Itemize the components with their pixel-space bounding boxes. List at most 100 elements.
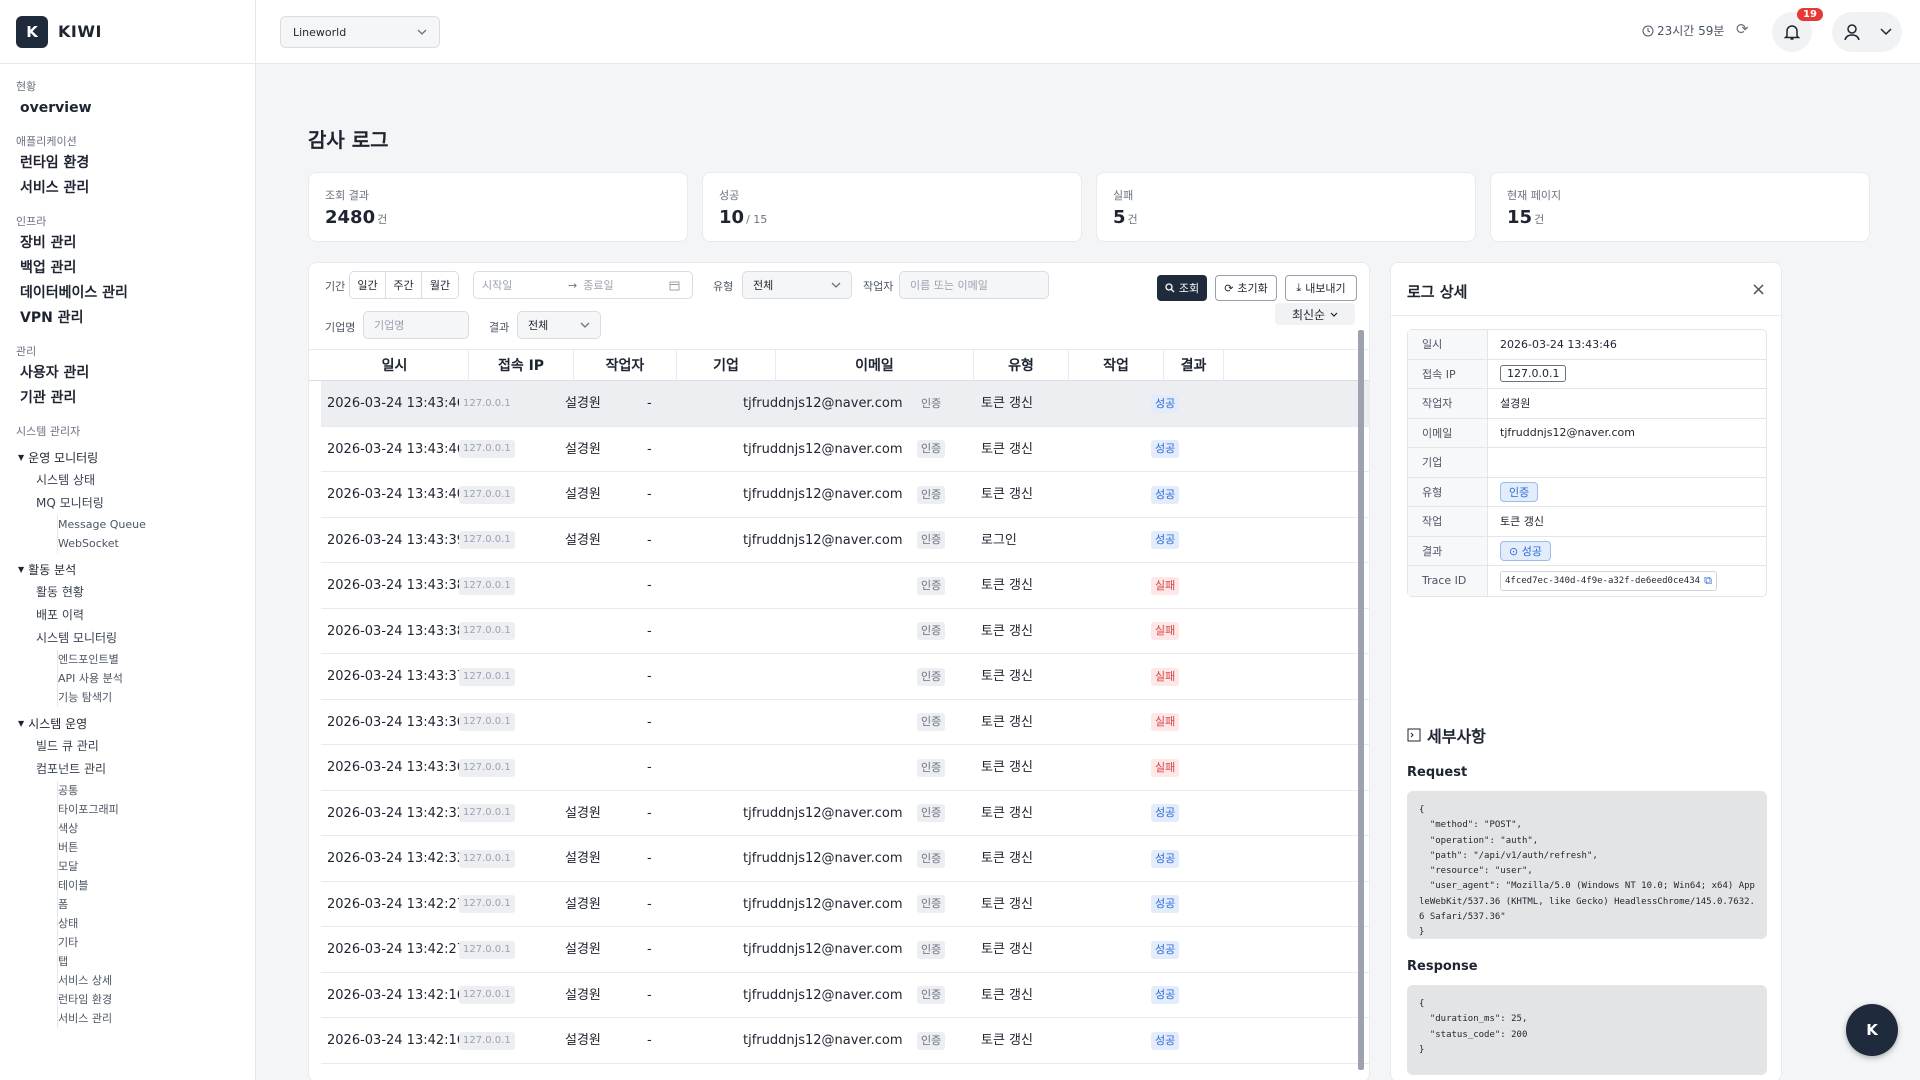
company-input[interactable]: 기업명	[363, 311, 469, 339]
sidebar-item[interactable]: 기관 관리	[0, 386, 255, 411]
sidebar-subsubitem[interactable]: 공통	[57, 781, 255, 800]
sidebar-item[interactable]: 데이터베이스 관리	[0, 281, 255, 306]
sidebar-item[interactable]: 서비스 관리	[0, 176, 255, 201]
sidebar-subitem[interactable]: 활동 현황	[0, 581, 255, 604]
ip-tag: 127.0.0.1	[459, 667, 515, 686]
period-option[interactable]: 월간	[422, 272, 458, 298]
sidebar-subitem[interactable]: 시스템 모니터링	[0, 627, 255, 650]
column-header[interactable]: 유형	[974, 350, 1069, 382]
email-cell: tjfruddnjs12@naver.com	[743, 487, 903, 502]
email-cell: tjfruddnjs12@naver.com	[743, 987, 903, 1003]
table-row[interactable]: 2026-03-24 13:43:38 127.0.0.1 - 인증 토큰 갱신 실패	[321, 563, 1369, 609]
sidebar-subsubitem[interactable]: 서비스 상세	[57, 971, 255, 990]
sidebar-subsubitem[interactable]: 런타임 환경	[57, 990, 255, 1009]
table-row[interactable]: 2026-03-24 13:42:27 127.0.0.1 설경원 - tjfruddn…	[321, 882, 1369, 927]
sidebar-subsubitem[interactable]: WebSocket	[57, 534, 255, 553]
column-header[interactable]: 일시	[321, 350, 469, 382]
column-header[interactable]: 기업	[677, 350, 776, 382]
copy-icon[interactable]: ⧉	[1704, 574, 1712, 588]
date-range-input[interactable]: 시작일 → 종료일	[473, 271, 693, 299]
type-select[interactable]: 전체	[742, 271, 852, 299]
sidebar-subitem[interactable]: 시스템 상태	[0, 469, 255, 492]
type-tag: 인증	[917, 485, 946, 504]
sidebar-item[interactable]: VPN 관리	[0, 306, 255, 331]
table-row[interactable]: 2026-03-24 13:43:36 127.0.0.1 - 인증 토큰 갱신 실패	[321, 700, 1369, 745]
sidebar-subsubitem[interactable]: 탭	[57, 952, 255, 971]
table-row[interactable]: 2026-03-24 13:42:16 127.0.0.1 설경원 - tjfruddn…	[321, 1018, 1369, 1064]
table-row[interactable]: 2026-03-24 13:42:27 127.0.0.1 설경원 - tjfruddn…	[321, 927, 1369, 973]
start-date-field[interactable]: 시작일	[482, 277, 562, 293]
column-header[interactable]: 작업	[1069, 350, 1164, 382]
actor-input[interactable]: 이름 또는 이메일	[899, 271, 1049, 299]
sidebar-group-label: 시스템 운영	[28, 717, 88, 731]
column-header[interactable]: 결과	[1164, 350, 1224, 382]
sidebar-item[interactable]: 장비 관리	[0, 231, 255, 256]
table-row[interactable]: 2026-03-24 13:42:32 127.0.0.1 설경원 - tjfruddn…	[321, 836, 1369, 882]
sidebar-group[interactable]: ▼ 운영 모니터링	[0, 447, 255, 469]
sidebar-subsubitem[interactable]: API 사용 분석	[57, 669, 255, 688]
refresh-icon[interactable]: ⟳	[1736, 20, 1749, 38]
export-button[interactable]: ⤓ 내보내기	[1285, 275, 1357, 301]
sidebar-subsubitem[interactable]: 엔드포인트별	[57, 650, 255, 669]
close-icon[interactable]: ×	[1751, 279, 1766, 300]
card-unit: 건	[377, 213, 388, 226]
sidebar-subsubitem[interactable]: Message Queue	[57, 515, 255, 534]
sidebar-subsubitem-label: Message Queue	[58, 518, 146, 531]
column-header[interactable]: 접속 IP	[469, 350, 574, 382]
sidebar-subsubitem[interactable]: 테이블	[57, 876, 255, 895]
table-row[interactable]: 2026-03-24 13:43:37 127.0.0.1 - 인증 토큰 갱신 실패	[321, 654, 1369, 700]
table-row[interactable]: 2026-03-24 13:43:40 127.0.0.1 설경원 - tjfruddn…	[321, 472, 1369, 518]
notification-badge: 19	[1797, 8, 1823, 21]
sidebar-subitem[interactable]: MQ 모니터링	[0, 492, 255, 515]
card-value: 5	[1113, 207, 1126, 228]
table-row[interactable]: 2026-03-24 13:43:46 127.0.0.1 설경원 - tjfruddn…	[321, 381, 1369, 427]
result-cell: 성공	[1151, 1018, 1180, 1063]
sidebar-subsubitem[interactable]: 타이포그래피	[57, 800, 255, 819]
result-select[interactable]: 전체	[517, 311, 601, 339]
ip-cell: 127.0.0.1	[459, 518, 515, 563]
sidebar-item[interactable]: 백업 관리	[0, 256, 255, 281]
table-row[interactable]: 2026-03-24 13:42:32 127.0.0.1 설경원 - tjfruddn…	[321, 791, 1369, 836]
brand[interactable]: K KIWI	[0, 0, 255, 64]
sidebar-subsubitem[interactable]: 폼	[57, 895, 255, 914]
sidebar-subitem[interactable]: 빌드 큐 관리	[0, 735, 255, 758]
sidebar-subsubitem[interactable]: 기타	[57, 933, 255, 952]
sidebar-subsubitem[interactable]: 기능 탐색기	[57, 688, 255, 707]
sidebar-item[interactable]: overview	[0, 96, 255, 121]
assistant-fab[interactable]: K	[1846, 1004, 1898, 1056]
sidebar-subitem[interactable]: 컴포넌트 관리	[0, 758, 255, 781]
sidebar-subsubitem[interactable]: 상태	[57, 914, 255, 933]
period-option[interactable]: 주간	[386, 272, 422, 298]
table-row[interactable]: 2026-03-24 13:43:46 127.0.0.1 설경원 - tjfruddn…	[321, 427, 1369, 472]
search-button[interactable]: 조회	[1157, 275, 1207, 301]
sidebar-subsubitem[interactable]: 버튼	[57, 838, 255, 857]
sidebar-item[interactable]: 사용자 관리	[0, 361, 255, 386]
user-menu[interactable]	[1832, 12, 1902, 52]
column-header[interactable]: 작업자	[574, 350, 677, 382]
detail-row: 기업	[1408, 448, 1766, 478]
table-row[interactable]: 2026-03-24 13:43:39 127.0.0.1 설경원 - tjfruddn…	[321, 518, 1369, 563]
table-row[interactable]: 2026-03-24 13:42:16 127.0.0.1 설경원 - tjfruddn…	[321, 973, 1369, 1018]
result-select-value: 전체	[528, 319, 549, 332]
period-option[interactable]: 일간	[350, 272, 386, 298]
table-scrollbar[interactable]	[1358, 330, 1364, 1070]
sidebar-subsubitem[interactable]: 색상	[57, 819, 255, 838]
table-row[interactable]: 2026-03-24 13:43:36 127.0.0.1 - 인증 토큰 갱신 실패	[321, 745, 1369, 791]
sidebar-group[interactable]: ▼ 활동 분석	[0, 559, 255, 581]
detail-key: 기업	[1408, 448, 1488, 477]
sort-select[interactable]: 최신순	[1275, 303, 1355, 325]
type-value: 인증	[1500, 481, 1539, 502]
end-date-field[interactable]: 종료일	[583, 277, 663, 293]
reset-button[interactable]: ⟳ 초기화	[1215, 275, 1277, 301]
table-row[interactable]: 2026-03-24 13:43:38 127.0.0.1 - 인증 토큰 갱신 실패	[321, 609, 1369, 654]
ip-cell: 127.0.0.1	[459, 472, 515, 517]
sidebar-item[interactable]: 런타임 환경	[0, 151, 255, 176]
ip-cell: 127.0.0.1	[459, 609, 515, 654]
sidebar-subsubitem[interactable]: 서비스 관리	[57, 1009, 255, 1028]
workspace-select[interactable]: Lineworld	[280, 16, 440, 48]
column-header[interactable]: 이메일	[776, 350, 974, 382]
actor-cell: 설경원	[565, 805, 601, 821]
sidebar-subsubitem[interactable]: 모달	[57, 857, 255, 876]
sidebar-group[interactable]: ▼ 시스템 운영	[0, 713, 255, 735]
sidebar-subitem[interactable]: 배포 이력	[0, 604, 255, 627]
